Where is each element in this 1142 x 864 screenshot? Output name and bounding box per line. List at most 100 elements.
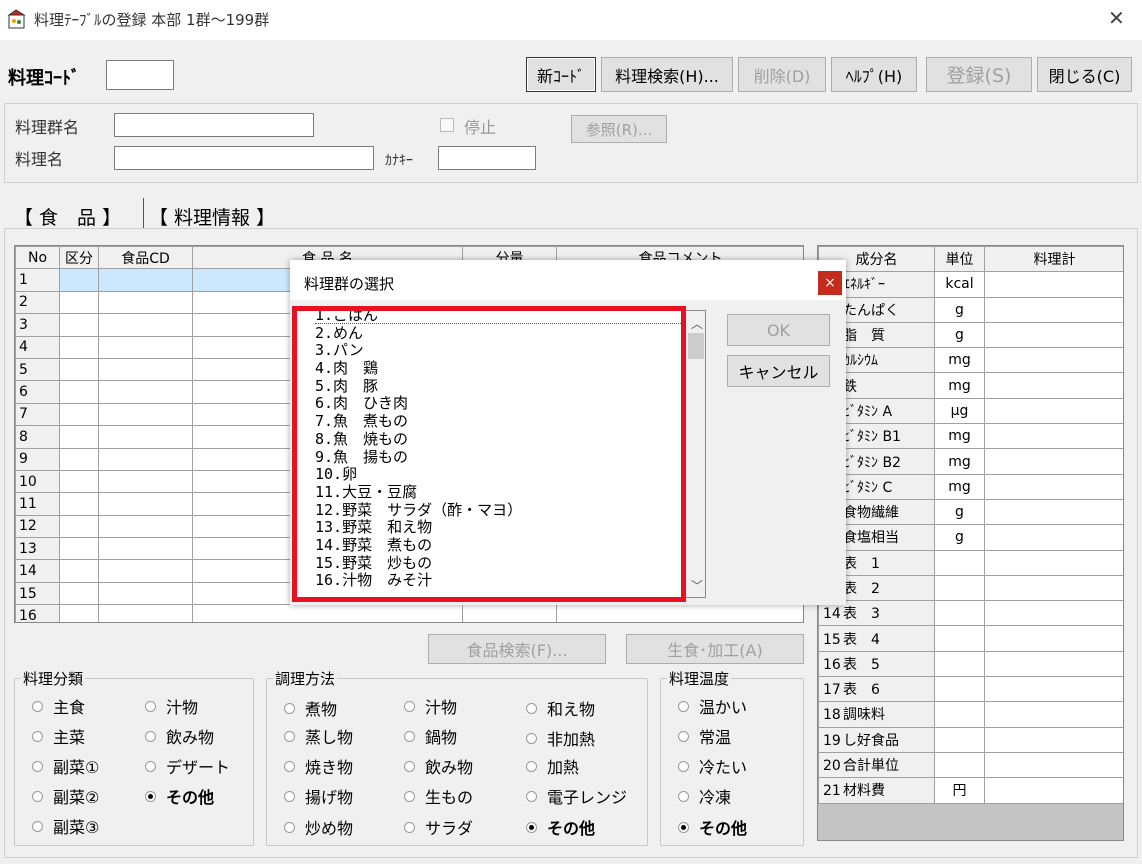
grid-cell[interactable]: [98, 425, 193, 449]
grid-cell[interactable]: [98, 313, 193, 337]
tab-dish-info[interactable]: 【 料理情報 】: [149, 203, 275, 230]
grid-cell[interactable]: [98, 290, 193, 315]
method-radio-2[interactable]: 和え物: [526, 696, 595, 720]
nutrient-row: 19 し好食品: [818, 726, 1123, 753]
nutrient-row: 21 材料費円: [818, 777, 1123, 804]
grid-cell[interactable]: [59, 402, 99, 427]
method-radio-4[interactable]: 鍋物: [404, 724, 457, 748]
grid-cell[interactable]: [59, 514, 99, 539]
method-radio-0[interactable]: 煮物: [284, 696, 337, 720]
scroll-up-icon[interactable]: ︿: [691, 315, 703, 332]
grid-cell[interactable]: [98, 492, 193, 516]
grid-cell[interactable]: [59, 380, 99, 404]
grid-cell[interactable]: [462, 604, 557, 622]
category-radio-3[interactable]: 飲み物: [145, 724, 214, 748]
grid-cell[interactable]: [98, 380, 193, 404]
temperature-radio-4[interactable]: その他: [678, 815, 747, 839]
register-button[interactable]: 登録(S): [926, 57, 1032, 92]
category-radio-5[interactable]: デザート: [145, 754, 230, 778]
grid-cell[interactable]: [59, 313, 99, 337]
category-radio-8[interactable]: 副菜③: [32, 814, 99, 838]
method-radio-6[interactable]: 焼き物: [284, 754, 353, 778]
category-radio-6[interactable]: 副菜②: [32, 784, 99, 808]
grid-cell[interactable]: [98, 514, 193, 539]
new-code-button[interactable]: 新ｺｰﾄﾞ: [526, 57, 596, 92]
grid-cell[interactable]: [98, 268, 193, 292]
grid-cell[interactable]: [59, 469, 99, 494]
temperature-radio-2[interactable]: 冷たい: [678, 754, 747, 778]
delete-button[interactable]: 削除(D): [738, 57, 826, 92]
radio-circle-icon: [526, 732, 537, 744]
grid-cell[interactable]: [59, 335, 99, 359]
nutrient-row: 20 合計単位: [818, 751, 1123, 779]
window-close-icon[interactable]: ✕: [1108, 6, 1125, 30]
list-scrollbar[interactable]: ︿ ﹀: [685, 311, 705, 597]
group-name-input[interactable]: [114, 113, 314, 137]
grid-cell[interactable]: [59, 559, 99, 583]
grid-cell[interactable]: [59, 290, 99, 315]
method-radio-1[interactable]: 汁物: [404, 694, 457, 718]
grid-cell[interactable]: [556, 604, 803, 622]
grid-cell[interactable]: [98, 335, 193, 359]
temperature-radio-1[interactable]: 常温: [678, 724, 731, 748]
grid-cell[interactable]: [98, 447, 193, 471]
grid-cell[interactable]: [59, 425, 99, 449]
method-radio-8[interactable]: 加熱: [526, 754, 579, 778]
grid-cell[interactable]: [98, 357, 193, 382]
nutrient-total: [984, 321, 1123, 349]
grid-cell[interactable]: [59, 447, 99, 471]
table-row[interactable]: 16: [15, 604, 803, 622]
grid-cell[interactable]: [98, 604, 193, 622]
temperature-radio-0[interactable]: 温かい: [678, 694, 747, 718]
grid-cell[interactable]: [98, 559, 193, 583]
method-radio-13[interactable]: サラダ: [404, 815, 473, 839]
category-radio-1[interactable]: 汁物: [145, 694, 198, 718]
dish-search-button[interactable]: 料理検索(H)...: [601, 57, 733, 92]
help-button[interactable]: ﾍﾙﾌﾟ(H): [831, 57, 917, 92]
dialog-close-button[interactable]: ×: [818, 271, 842, 295]
close-button[interactable]: 閉じる(C): [1037, 57, 1132, 92]
grid-cell[interactable]: [59, 581, 99, 606]
method-radio-7[interactable]: 飲み物: [404, 754, 473, 778]
category-radio-7[interactable]: その他: [145, 784, 214, 808]
scroll-thumb[interactable]: [688, 333, 704, 359]
category-radio-2[interactable]: 主菜: [32, 724, 85, 748]
kana-key-input[interactable]: [438, 146, 536, 170]
grid-cell[interactable]: [98, 402, 193, 427]
temperature-radio-3[interactable]: 冷凍: [678, 784, 731, 808]
cancel-button[interactable]: キャンセル: [727, 355, 830, 387]
radio-circle-icon: [284, 790, 295, 802]
dish-code-input[interactable]: [106, 60, 174, 90]
method-radio-14[interactable]: その他: [526, 815, 595, 839]
method-radio-3[interactable]: 蒸し物: [284, 724, 353, 748]
ok-button[interactable]: OK: [727, 314, 830, 346]
stop-checkbox[interactable]: [440, 118, 454, 132]
scroll-down-icon[interactable]: ﹀: [691, 577, 703, 594]
radio-circle-icon: [526, 702, 537, 714]
grid-cell[interactable]: [59, 604, 99, 622]
method-radio-12[interactable]: 炒め物: [284, 815, 353, 839]
grid-cell[interactable]: [192, 604, 463, 622]
method-radio-10[interactable]: 生もの: [404, 784, 473, 808]
nutrient-label: 材料費: [843, 783, 885, 800]
radio-label: 鍋物: [425, 728, 458, 747]
grid-cell[interactable]: [59, 268, 99, 292]
grid-cell[interactable]: [98, 581, 193, 606]
grid-cell[interactable]: [59, 357, 99, 382]
food-search-button[interactable]: 食品検索(F)...: [428, 634, 606, 664]
tab-food[interactable]: 【 食 品 】: [14, 203, 121, 230]
radio-label: 汁物: [425, 698, 458, 717]
dish-name-input[interactable]: [114, 146, 374, 170]
reference-button[interactable]: 参照(R)...: [571, 115, 667, 143]
grid-cell[interactable]: [59, 537, 99, 561]
grid-cell[interactable]: [98, 469, 193, 494]
method-radio-5[interactable]: 非加熱: [526, 726, 595, 750]
raw-processed-button[interactable]: 生食･加工(A): [626, 634, 804, 664]
method-radio-9[interactable]: 揚げ物: [284, 784, 353, 808]
method-radio-11[interactable]: 電子レンジ: [526, 784, 627, 808]
category-radio-4[interactable]: 副菜①: [32, 754, 99, 778]
grid-cell[interactable]: [59, 492, 99, 516]
radio-circle-icon: [145, 760, 156, 772]
category-radio-0[interactable]: 主食: [32, 694, 85, 718]
grid-cell[interactable]: [98, 537, 193, 561]
